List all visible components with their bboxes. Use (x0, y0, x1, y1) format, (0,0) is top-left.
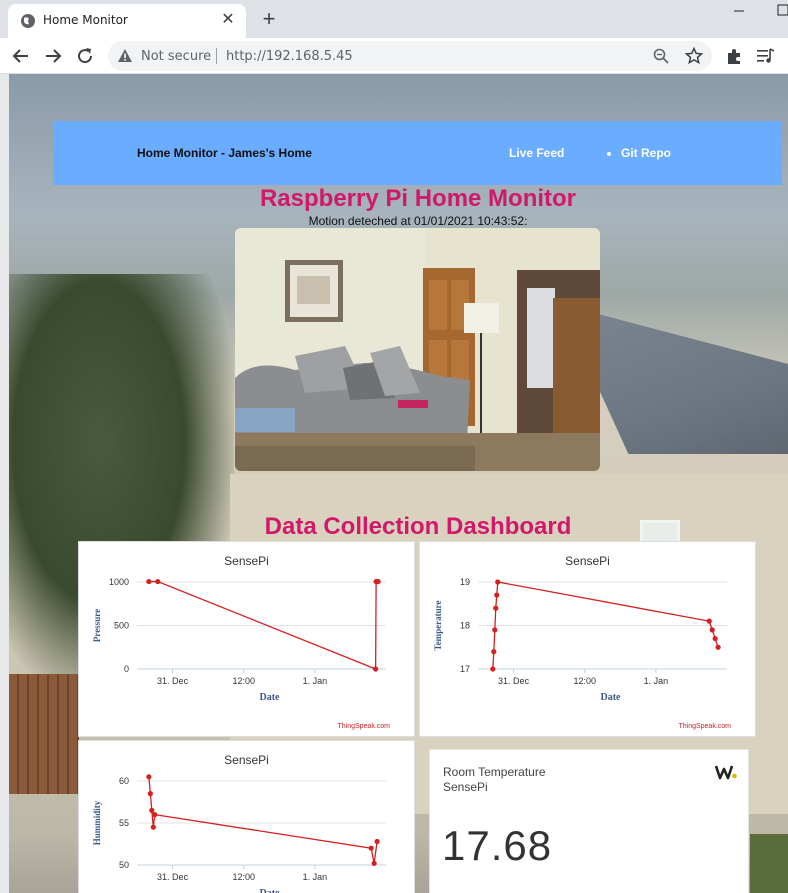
data-point[interactable] (368, 845, 374, 851)
maximize-window-icon[interactable] (772, 3, 788, 17)
reload-icon[interactable] (73, 44, 97, 68)
widget-title: Room Temperature (443, 765, 546, 779)
data-point[interactable] (147, 791, 153, 797)
list-bullet (607, 152, 611, 156)
data-point[interactable] (155, 578, 161, 585)
data-point[interactable] (494, 592, 500, 598)
new-tab-button[interactable]: + (256, 6, 282, 32)
tab-title: Home Monitor (43, 13, 128, 27)
data-point[interactable] (374, 838, 380, 845)
page-title: Raspberry Pi Home Monitor (259, 185, 577, 212)
background-fence (9, 674, 79, 794)
extensions-puzzle-icon[interactable] (725, 46, 745, 66)
media-control-icon[interactable] (755, 46, 777, 66)
zoom-out-icon[interactable] (653, 48, 669, 64)
data-point[interactable] (709, 627, 715, 633)
x-tick-label: 31. Dec (498, 676, 530, 686)
data-point[interactable] (706, 618, 712, 624)
thingspeak-credit-link[interactable]: ThingSpeak.com (337, 723, 390, 730)
y-tick-label: 500 (114, 621, 129, 631)
site-brand[interactable]: Home Monitor - James's Home (137, 146, 312, 160)
site-navbar: Home Monitor - James's Home Live Feed Gi… (53, 121, 782, 185)
temperature-chart: SensePi 17 18 19 31. Dec 12:00 1. Jan Date Tempe… (419, 541, 756, 737)
dashboard-title: Data Collection Dashboard (264, 513, 572, 540)
security-status[interactable]: Not secure (141, 49, 211, 64)
bookmark-star-icon[interactable] (685, 47, 703, 65)
x-axis-label: Date (260, 692, 281, 703)
nav-link-live-feed[interactable]: Live Feed (509, 146, 564, 160)
data-point[interactable] (373, 666, 379, 672)
data-point[interactable] (491, 649, 497, 655)
humidity-chart: SensePi 50 55 60 31. Dec 12:00 1. Jan Date Hummi… (78, 740, 415, 893)
x-axis-label: Date (260, 888, 281, 893)
warning-icon[interactable] (117, 48, 133, 64)
pressure-chart: SensePi 0 500 1000 31. Dec 12:00 1. Jan Date Pre… (78, 541, 415, 737)
address-separator (216, 48, 217, 64)
widget-subtitle: SensePi (443, 780, 488, 794)
x-axis-label: Date (601, 692, 622, 703)
chart-title: SensePi (565, 554, 610, 568)
y-tick-label: 17 (460, 664, 470, 674)
series-line (148, 776, 378, 864)
browser-tab[interactable]: Home Monitor ✕ (8, 4, 246, 38)
y-axis-label: Hummidity (92, 800, 102, 845)
forward-arrow-icon[interactable] (41, 44, 65, 68)
x-tick-label: 31. Dec (157, 676, 189, 686)
y-tick-label: 19 (460, 577, 470, 587)
data-point[interactable] (150, 824, 156, 830)
x-tick-label: 1. Jan (303, 676, 328, 686)
close-tab-icon[interactable]: ✕ (218, 10, 238, 30)
page-viewport: Home Monitor - James's Home Live Feed Gi… (0, 74, 788, 893)
address-bar[interactable]: Not secure http://192.168.5.45 (108, 41, 712, 71)
room-temperature-widget: Room Temperature SensePi 17.68 (429, 749, 749, 893)
temperature-value: 17.68 (442, 822, 553, 869)
y-tick-label: 0 (124, 664, 129, 674)
x-tick-label: 31. Dec (157, 872, 189, 882)
y-tick-label: 18 (460, 621, 470, 631)
y-tick-label: 50 (119, 860, 129, 870)
background-grass (750, 834, 788, 893)
back-arrow-icon[interactable] (9, 44, 33, 68)
globe-icon (21, 14, 35, 28)
url-text[interactable]: http://192.168.5.45 (226, 49, 353, 64)
y-axis-label: Pressure (92, 609, 102, 642)
chart-title: SensePi (224, 753, 269, 767)
data-point[interactable] (490, 666, 496, 672)
nav-link-git-repo[interactable]: Git Repo (621, 146, 671, 160)
y-tick-label: 60 (119, 776, 129, 786)
x-tick-label: 1. Jan (303, 872, 328, 882)
y-tick-label: 1000 (109, 577, 129, 587)
chart-svg: SensePi 50 55 60 31. Dec 12:00 1. Jan Date Hummi… (92, 753, 386, 893)
x-tick-label: 12:00 (232, 676, 255, 686)
chart-svg: SensePi 0 500 1000 31. Dec 12:00 1. Jan Date Pre… (92, 554, 390, 730)
y-tick-label: 55 (119, 818, 129, 828)
x-tick-label: 12:00 (573, 676, 596, 686)
browser-tab-strip: Home Monitor ✕ + (0, 0, 788, 38)
data-point[interactable] (495, 579, 501, 585)
data-point[interactable] (712, 635, 718, 642)
chart-title: SensePi (224, 554, 269, 568)
widget-logo-icon[interactable] (715, 764, 737, 780)
data-point[interactable] (492, 627, 498, 633)
data-point[interactable] (146, 578, 152, 585)
x-tick-label: 1. Jan (644, 676, 669, 686)
browser-toolbar: Not secure http://192.168.5.45 (0, 38, 788, 74)
motion-detected-text: Motion deteched at 01/01/2021 10:43:52: (308, 214, 528, 228)
data-point[interactable] (152, 812, 158, 818)
minimize-window-icon[interactable] (729, 4, 749, 18)
thingspeak-credit-link[interactable]: ThingSpeak.com (678, 723, 731, 730)
y-axis-label: Temperature (433, 601, 443, 651)
data-point[interactable] (493, 605, 499, 611)
live-camera-image (235, 228, 600, 471)
data-point[interactable] (715, 644, 721, 650)
data-point[interactable] (146, 774, 152, 780)
chart-svg: SensePi 17 18 19 31. Dec 12:00 1. Jan Date Tempe… (433, 554, 731, 730)
data-point[interactable] (375, 578, 381, 585)
data-point[interactable] (371, 860, 377, 866)
x-tick-label: 12:00 (232, 872, 255, 882)
data-point[interactable] (149, 807, 155, 813)
